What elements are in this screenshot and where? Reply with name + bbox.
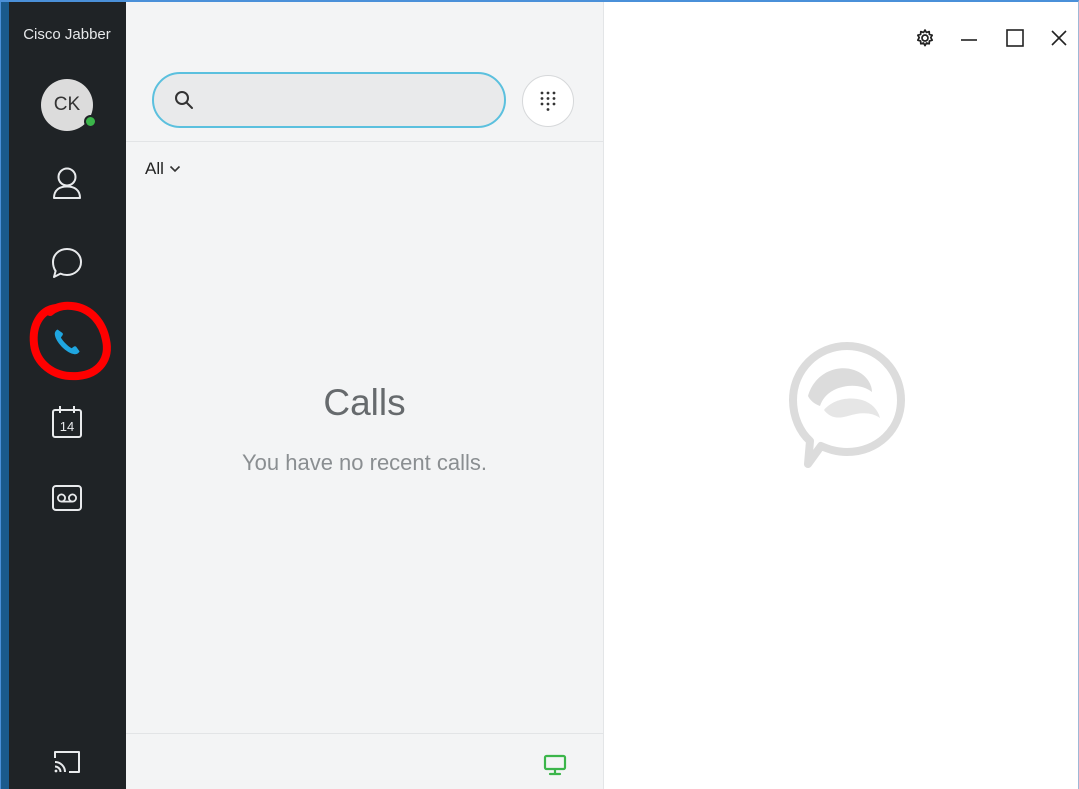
call-device-button[interactable] [540, 752, 570, 778]
nav-voicemail-button[interactable] [43, 474, 91, 522]
computer-monitor-icon [543, 754, 567, 776]
search-box[interactable] [152, 72, 506, 128]
settings-button[interactable] [910, 24, 940, 52]
maximize-icon [1006, 29, 1024, 47]
nav-calls-button[interactable] [43, 318, 91, 366]
nav-contacts-button[interactable] [43, 159, 91, 207]
empty-state-title: Calls [323, 382, 406, 423]
dialpad-button[interactable] [522, 75, 574, 127]
calls-panel: All Calls You have no recent calls. [126, 2, 604, 789]
app-title: Cisco Jabber [23, 26, 111, 43]
dialpad-icon [540, 91, 556, 111]
cast-screen-button[interactable] [43, 742, 91, 782]
gear-icon [916, 29, 934, 47]
voicemail-icon [52, 485, 82, 511]
app-window: Cisco Jabber CK 14 All Calls You have no… [0, 0, 1079, 789]
close-icon [1051, 30, 1067, 46]
nav-meetings-button[interactable]: 14 [43, 398, 91, 446]
filter-label: All [145, 159, 164, 178]
minimize-icon [961, 39, 977, 41]
search-input[interactable] [206, 90, 500, 110]
close-button[interactable] [1044, 24, 1074, 52]
maximize-button[interactable] [1000, 24, 1030, 52]
person-icon [53, 167, 81, 199]
jabber-logo-icon [789, 342, 905, 468]
calendar-day-label: 14 [60, 419, 74, 434]
panel-footer-divider [126, 733, 603, 734]
detail-area [604, 2, 1078, 789]
cast-screen-icon [54, 751, 80, 773]
search-icon [174, 89, 196, 111]
phone-icon [54, 329, 80, 355]
filter-dropdown[interactable]: All [145, 157, 181, 181]
nav-rail: Cisco Jabber CK 14 [1, 2, 126, 789]
calendar-icon: 14 [52, 406, 82, 438]
empty-state-message: You have no recent calls. [241, 450, 488, 475]
chat-bubble-icon [52, 248, 82, 278]
minimize-button[interactable] [954, 24, 984, 52]
panel-divider [126, 141, 603, 142]
nav-chats-button[interactable] [43, 239, 91, 287]
presence-indicator [84, 115, 97, 128]
chevron-down-icon [169, 165, 181, 173]
